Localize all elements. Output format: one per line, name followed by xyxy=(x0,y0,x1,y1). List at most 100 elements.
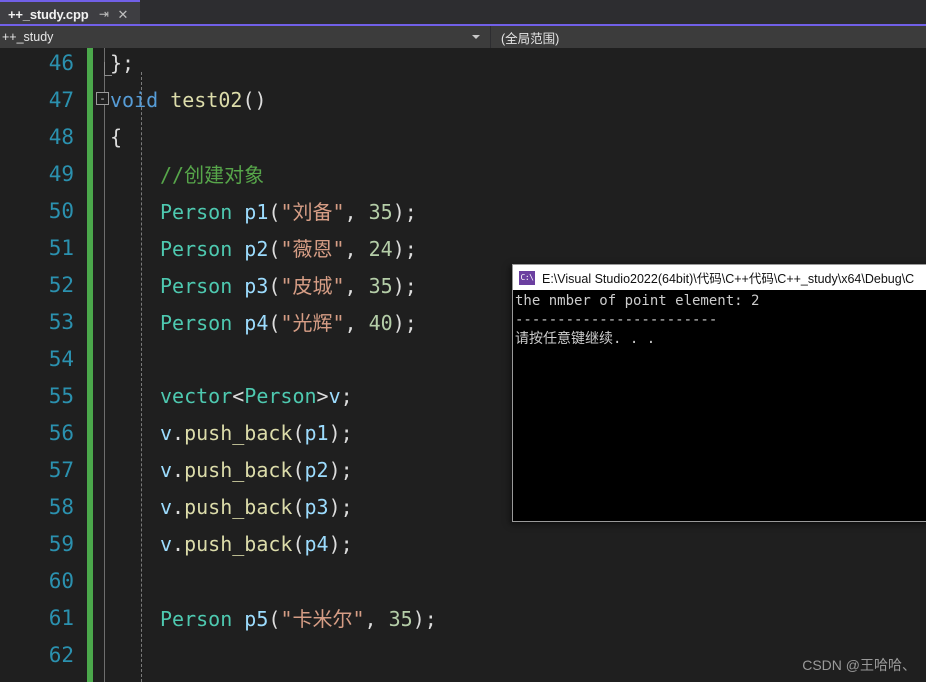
code-line[interactable]: 60 xyxy=(0,562,926,599)
code-token: ); xyxy=(328,457,353,482)
collapse-region-icon[interactable]: - xyxy=(96,92,109,105)
close-icon[interactable]: ✕ xyxy=(116,7,129,22)
code-token: p3 xyxy=(244,274,269,298)
code-token: //创建对象 xyxy=(160,163,265,187)
code-token: , xyxy=(344,200,369,224)
code-token: Person xyxy=(160,200,233,224)
code-token: Person xyxy=(160,607,233,631)
code-line[interactable]: 47 - void test02() xyxy=(0,81,926,118)
code-token: p4 xyxy=(304,531,329,556)
code-token: ); xyxy=(392,274,417,298)
member-scope-label: (全局范围) xyxy=(501,31,560,46)
code-token: 35 xyxy=(368,200,393,224)
code-token: v xyxy=(160,531,173,556)
code-token: , xyxy=(344,237,369,261)
project-scope-label: ++_study xyxy=(2,30,54,44)
code-token: 35 xyxy=(368,274,393,298)
code-token: p3 xyxy=(304,494,329,519)
code-token: . xyxy=(172,531,185,556)
line-number: 54 xyxy=(48,346,74,371)
code-line[interactable]: 51 Person p2("薇恩", 24); xyxy=(0,229,926,266)
code-token: void xyxy=(110,87,171,112)
code-text: Person p3("皮城", 35); xyxy=(160,270,417,299)
code-token: ( xyxy=(268,200,281,224)
code-token: () xyxy=(242,87,267,112)
code-token: vector xyxy=(160,383,233,408)
line-number: 50 xyxy=(48,198,74,223)
line-number: 61 xyxy=(48,605,74,630)
code-token: > xyxy=(316,383,329,408)
code-token: ( xyxy=(268,607,281,631)
console-output-line: 请按任意键继续. . . xyxy=(515,331,656,347)
console-title-bar[interactable]: C:\ E:\Visual Studio2022(64bit)\代码\C++代码… xyxy=(513,265,926,290)
code-token: Person xyxy=(160,311,233,335)
code-text: Person p5("卡米尔", 35); xyxy=(160,603,437,632)
tab-cpp-study[interactable]: ++_study.cpp ⇥ ✕ xyxy=(0,0,140,26)
code-token: Person xyxy=(244,383,317,408)
line-number: 46 xyxy=(48,50,74,75)
code-token: , xyxy=(364,607,389,631)
code-token: push_back xyxy=(184,420,293,445)
code-token: Person xyxy=(160,237,233,261)
code-token: . xyxy=(172,494,185,519)
line-number: 51 xyxy=(48,235,74,260)
code-token: ; xyxy=(340,383,353,408)
code-token: ( xyxy=(292,420,305,445)
code-token: ( xyxy=(292,457,305,482)
pin-icon[interactable]: ⇥ xyxy=(97,7,110,22)
visual-studio-editor-window: ++_study.cpp ⇥ ✕ ++_study (全局范围) 46}; 47 -… xyxy=(0,0,926,682)
code-token: { xyxy=(110,124,123,149)
code-token: ); xyxy=(412,607,437,631)
code-token: v xyxy=(160,494,173,519)
line-number: 52 xyxy=(48,272,74,297)
code-text: v.push_back(p3); xyxy=(160,495,353,519)
line-number: 48 xyxy=(48,124,74,149)
code-token: push_back xyxy=(184,494,293,519)
console-app-icon: C:\ xyxy=(519,270,535,285)
code-token: push_back xyxy=(184,457,293,482)
code-line[interactable]: 50 Person p1("刘备", 35); xyxy=(0,192,926,229)
code-token: p4 xyxy=(244,311,269,335)
code-text: //创建对象 xyxy=(160,159,264,188)
code-token: , xyxy=(344,311,369,335)
code-line[interactable]: 49 //创建对象 xyxy=(0,155,926,192)
code-line[interactable]: 46}; xyxy=(0,48,926,81)
console-body[interactable]: the nmber of point element: 2 -----------… xyxy=(513,290,926,521)
line-number: 49 xyxy=(48,161,74,186)
member-scope-dropdown[interactable]: (全局范围) xyxy=(490,26,926,48)
code-token: , xyxy=(344,274,369,298)
line-number: 60 xyxy=(48,568,74,593)
code-text: Person p1("刘备", 35); xyxy=(160,196,417,225)
line-number: 58 xyxy=(48,494,74,519)
code-token: ( xyxy=(268,311,281,335)
code-text: Person p2("薇恩", 24); xyxy=(160,233,417,262)
code-text: v.push_back(p4); xyxy=(160,532,353,556)
chevron-down-icon[interactable] xyxy=(472,35,480,39)
code-line[interactable]: 48 { xyxy=(0,118,926,155)
code-token: v xyxy=(160,420,173,445)
console-output-line: the nmber of point element: 2 xyxy=(515,293,760,309)
console-output-window[interactable]: C:\ E:\Visual Studio2022(64bit)\代码\C++代码… xyxy=(512,264,926,522)
code-text: { xyxy=(110,125,122,149)
navigation-bar: ++_study (全局范围) xyxy=(0,26,926,48)
code-line[interactable]: 62 xyxy=(0,636,926,673)
code-token: p1 xyxy=(304,420,329,445)
line-number: 57 xyxy=(48,457,74,482)
code-line[interactable]: 63int num = count(v.begin(), v.end(), p5… xyxy=(0,673,926,682)
code-line[interactable]: 59 v.push_back(p4); xyxy=(0,525,926,562)
code-token: 40 xyxy=(368,311,393,335)
tab-label: ++_study.cpp xyxy=(8,6,89,22)
code-token: "刘备" xyxy=(280,200,345,224)
project-scope-dropdown[interactable]: ++_study xyxy=(0,26,490,48)
code-token: p5 xyxy=(244,607,269,631)
code-line[interactable]: 61 Person p5("卡米尔", 35); xyxy=(0,599,926,636)
code-token: . xyxy=(172,420,185,445)
code-text: Person p4("光辉", 40); xyxy=(160,307,417,336)
code-token: v xyxy=(160,457,173,482)
code-text: void test02() xyxy=(110,88,267,112)
